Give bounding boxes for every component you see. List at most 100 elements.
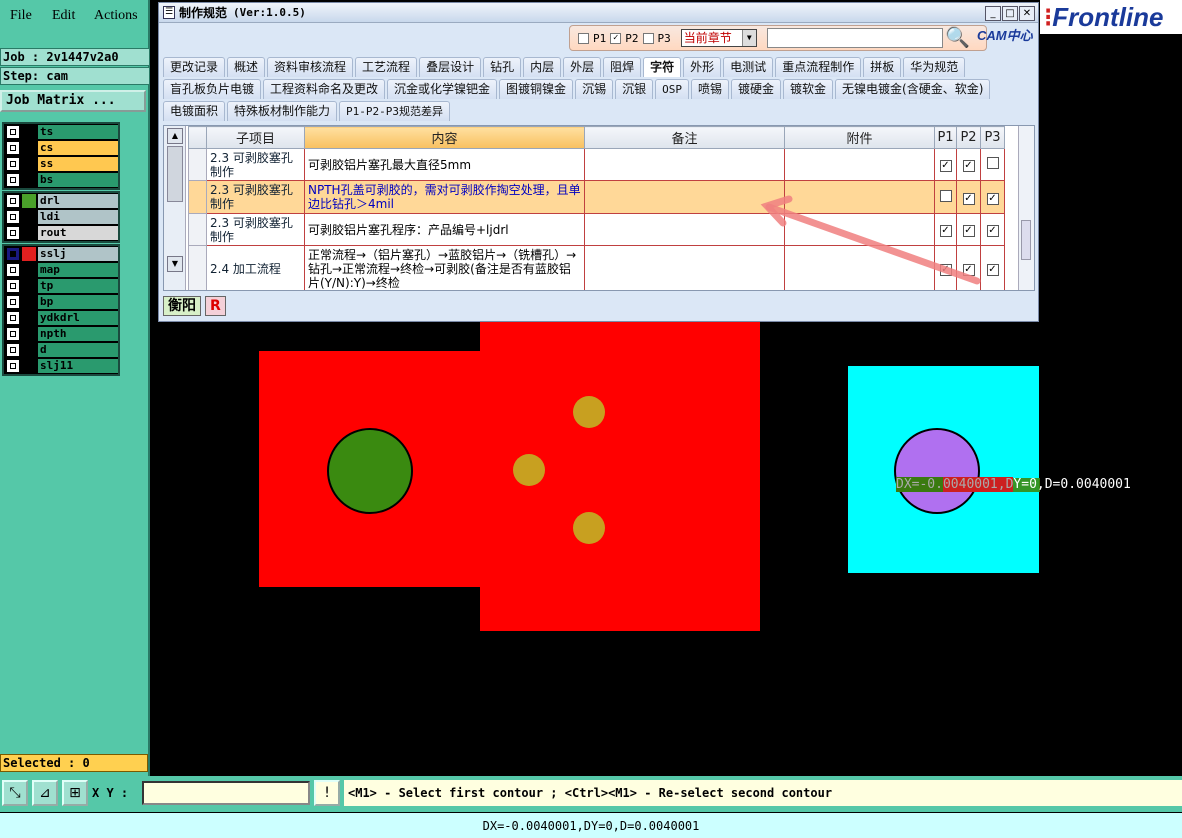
layer-checkbox[interactable] xyxy=(6,247,20,261)
measure-icon[interactable]: ⊿ xyxy=(32,780,58,806)
column-header[interactable]: 内容 xyxy=(304,126,585,149)
tab-tabs_row2-1[interactable]: 工程资料命名及更改 xyxy=(263,79,386,99)
layer-name[interactable]: bs xyxy=(38,173,118,187)
p3-filter-checkbox[interactable] xyxy=(642,32,654,44)
layer-row-ydkdrl[interactable]: ydkdrl xyxy=(4,310,118,326)
cell-attachment[interactable] xyxy=(784,148,935,181)
tab-tabs_row2-4[interactable]: 沉锡 xyxy=(575,79,614,99)
layer-name[interactable]: slj11 xyxy=(38,359,118,373)
p1-filter-checkbox[interactable] xyxy=(578,32,589,44)
site-label[interactable]: 衡阳 xyxy=(163,296,201,316)
scroll-up-icon[interactable]: ▲ xyxy=(167,128,183,144)
layer-row-cs[interactable]: cs xyxy=(4,140,118,156)
layer-name[interactable]: tp xyxy=(38,279,118,293)
tab-tabs_row2-9[interactable]: 镀软金 xyxy=(783,79,834,99)
tab-tabs_row1-2[interactable]: 资料审核流程 xyxy=(267,57,354,77)
layer-name[interactable]: ss xyxy=(38,157,118,171)
p1-checkbox[interactable]: ✓ xyxy=(939,160,952,172)
layer-row-drl[interactable]: drl xyxy=(4,193,118,209)
layer-row-tp[interactable]: tp xyxy=(4,278,118,294)
cell-content[interactable]: 可剥胶铝片塞孔最大直径5mm xyxy=(304,148,585,181)
layer-checkbox[interactable] xyxy=(6,359,20,373)
cell-content[interactable]: 正常流程→（铝片塞孔）→蓝胶铝片→（铣槽孔）→钻孔→正常流程→终检→可剥胶(备注… xyxy=(304,245,585,290)
layer-checkbox[interactable] xyxy=(6,279,20,293)
layer-name[interactable]: drl xyxy=(38,194,118,208)
layer-row-bs[interactable]: bs xyxy=(4,172,118,188)
layer-name[interactable]: cs xyxy=(38,141,118,155)
layer-name[interactable]: sslj xyxy=(38,247,118,261)
cell-subitem[interactable]: 2.3 可剥胶塞孔制作 xyxy=(206,213,305,246)
scroll-down-icon[interactable]: ▼ xyxy=(167,256,183,272)
layer-checkbox[interactable] xyxy=(6,125,20,139)
table-row[interactable]: 2.3 可剥胶塞孔制作 可剥胶铝片塞孔最大直径5mm ✓ ✓ xyxy=(188,148,1005,181)
p2-filter-checkbox[interactable]: ✓ xyxy=(610,32,622,44)
tab-tabs_row1-12[interactable]: 重点流程制作 xyxy=(775,57,862,77)
tab-tabs_row1-10[interactable]: 外形 xyxy=(683,57,722,77)
cell-subitem[interactable]: 2.4 加工流程 xyxy=(206,245,305,290)
layer-checkbox[interactable] xyxy=(6,141,20,155)
tab-tabs_row2-5[interactable]: 沉银 xyxy=(615,79,654,99)
layer-row-rout[interactable]: rout xyxy=(4,225,118,241)
tab-tabs_row3-1[interactable]: 特殊板材制作能力 xyxy=(227,101,338,121)
column-header[interactable]: P2 xyxy=(956,126,981,149)
layer-name[interactable]: bp xyxy=(38,295,118,309)
scroll-thumb[interactable] xyxy=(167,146,183,202)
cell-subitem[interactable]: 2.3 可剥胶塞孔制作 xyxy=(206,148,305,181)
layer-name[interactable]: map xyxy=(38,263,118,277)
layer-checkbox[interactable] xyxy=(6,327,20,341)
layer-checkbox[interactable] xyxy=(6,157,20,171)
tab-tabs_row2-8[interactable]: 镀硬金 xyxy=(730,79,781,99)
menu-edit[interactable]: Edit xyxy=(52,8,75,24)
dialog-titlebar[interactable]: ☰ 制作规范 (Ver:1.0.5) xyxy=(159,3,1038,23)
tab-tabs_row1-4[interactable]: 叠层设计 xyxy=(419,57,482,77)
close-icon[interactable]: ✕ xyxy=(1019,6,1035,21)
tab-tabs_row2-10[interactable]: 无镍电镀金(含硬金、软金) xyxy=(835,79,991,99)
pad-top[interactable] xyxy=(573,396,605,428)
large-drill-hole[interactable] xyxy=(327,428,413,514)
layer-name[interactable]: ts xyxy=(38,125,118,139)
cell-content[interactable]: 可剥胶铝片塞孔程序：产品编号+ljdrl xyxy=(304,213,585,246)
pad-middle[interactable] xyxy=(513,454,545,486)
alert-icon[interactable]: ! xyxy=(314,780,340,806)
layer-row-d[interactable]: d xyxy=(4,342,118,358)
layer-name[interactable]: ydkdrl xyxy=(38,311,118,325)
tab-tabs_row3-0[interactable]: 电镀面积 xyxy=(163,101,226,121)
search-icon[interactable]: 🔍 xyxy=(945,25,971,51)
column-header[interactable]: P1 xyxy=(934,126,957,149)
scroll-thumb-right[interactable] xyxy=(1021,220,1031,260)
layer-row-bp[interactable]: bp xyxy=(4,294,118,310)
column-header[interactable]: 备注 xyxy=(584,126,785,149)
tab-tabs_row1-3[interactable]: 工艺流程 xyxy=(355,57,418,77)
p2-checkbox[interactable]: ✓ xyxy=(962,160,975,172)
r-button[interactable]: R xyxy=(205,296,226,316)
layer-checkbox[interactable] xyxy=(6,194,20,208)
row-indicator[interactable] xyxy=(188,213,207,246)
column-header[interactable]: 子项目 xyxy=(206,126,305,149)
tab-tabs_row2-7[interactable]: 喷锡 xyxy=(690,79,729,99)
cell-remark[interactable] xyxy=(584,148,785,181)
xy-input[interactable] xyxy=(142,781,310,805)
layer-checkbox[interactable] xyxy=(6,173,20,187)
menu-file[interactable]: File xyxy=(10,8,32,24)
column-header[interactable]: 附件 xyxy=(784,126,935,149)
tab-tabs_row3-2[interactable]: P1-P2-P3规范差异 xyxy=(339,101,451,121)
column-header[interactable]: P3 xyxy=(980,126,1005,149)
tab-tabs_row1-6[interactable]: 内层 xyxy=(523,57,562,77)
chapter-select[interactable]: 当前章节 ▼ xyxy=(680,29,757,47)
row-indicator[interactable] xyxy=(188,180,207,214)
layer-name[interactable]: d xyxy=(38,343,118,357)
tab-tabs_row2-3[interactable]: 图镀铜镍金 xyxy=(499,79,574,99)
layer-name[interactable]: rout xyxy=(38,226,118,240)
layer-row-ss[interactable]: ss xyxy=(4,156,118,172)
menu-actions[interactable]: Actions xyxy=(94,8,138,24)
grid-vertical-scrollbar[interactable] xyxy=(1018,126,1034,290)
tab-tabs_row1-0[interactable]: 更改记录 xyxy=(163,57,226,77)
tab-tabs_row1-7[interactable]: 外层 xyxy=(563,57,602,77)
maximize-icon[interactable]: □ xyxy=(1002,6,1018,21)
grid-snap-icon[interactable]: ⊞ xyxy=(62,780,88,806)
layer-row-map[interactable]: map xyxy=(4,262,118,278)
layer-row-slj11[interactable]: slj11 xyxy=(4,358,118,374)
search-input[interactable] xyxy=(766,28,943,48)
tab-tabs_row2-6[interactable]: OSP xyxy=(655,79,689,99)
row-indicator[interactable] xyxy=(188,148,207,181)
